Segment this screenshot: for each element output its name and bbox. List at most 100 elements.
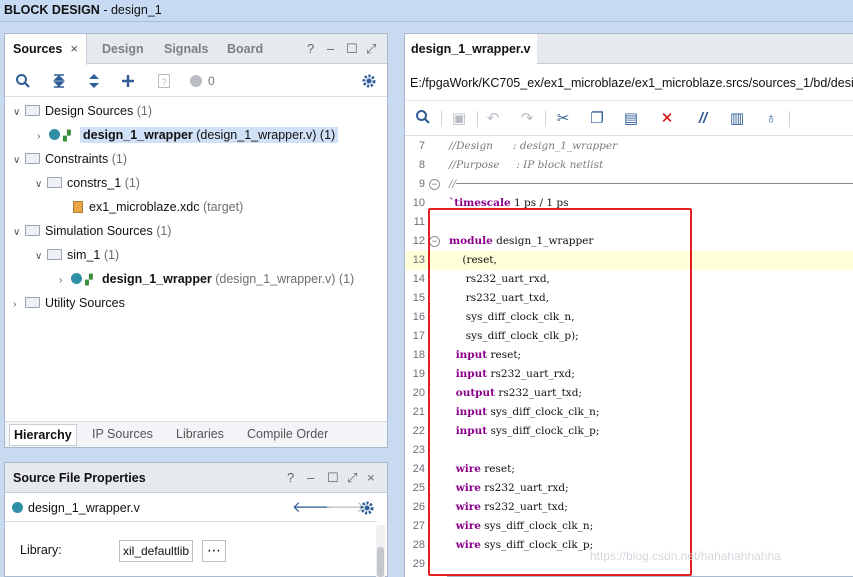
unknown-file-icon[interactable]: ? (154, 71, 174, 91)
chevron-down-icon[interactable]: ∨ (13, 150, 25, 172)
scrollbar-thumb[interactable] (377, 547, 384, 577)
code-line[interactable]: 23 (405, 441, 853, 460)
tree-item-design-sources[interactable]: ∨ Design Sources (1) (13, 100, 152, 122)
tab-libraries[interactable]: Libraries (176, 427, 224, 441)
tab-design[interactable]: Design (102, 34, 144, 64)
collapse-all-icon[interactable] (49, 71, 69, 91)
code-line[interactable]: 9−//────────────────────────────────────… (405, 175, 853, 194)
help-icon[interactable]: ? (307, 34, 314, 64)
scrollbar[interactable] (376, 525, 385, 577)
comment-toggle-icon[interactable]: // (693, 109, 713, 129)
expand-all-icon[interactable] (84, 71, 104, 91)
code-identifier: rs232_uart_txd; (495, 387, 582, 399)
code-line[interactable]: 17 sys_diff_clock_clk_p); (405, 327, 853, 346)
toolbar-separator (441, 111, 442, 127)
paste-icon[interactable]: ▤ (621, 109, 641, 129)
help-icon[interactable]: ? (287, 463, 294, 493)
properties-file-row: design_1_wrapper.v 🡐 🡒 (5, 497, 387, 519)
editor-tab-bar: design_1_wrapper.v (405, 34, 853, 65)
minimize-icon[interactable]: – (327, 34, 334, 64)
tab-signals[interactable]: Signals (164, 34, 208, 64)
minimize-icon[interactable]: – (307, 463, 314, 493)
code-line[interactable]: 13 (reset, (405, 251, 853, 270)
redo-icon[interactable]: ↷ (517, 109, 537, 129)
search-icon[interactable] (13, 71, 33, 91)
chevron-down-icon[interactable]: ∨ (35, 246, 47, 268)
chevron-down-icon[interactable]: ∨ (13, 222, 25, 244)
code-text: sys_diff_clock_clk_p); (449, 327, 579, 346)
chevron-right-icon[interactable]: › (59, 270, 71, 292)
fold-toggle-icon[interactable]: − (429, 179, 440, 190)
watermark: https://blog.csdn.net/hahahahhahha (590, 549, 781, 563)
tree-item-xdc[interactable]: ex1_microblaze.xdc (target) (73, 196, 243, 218)
library-more-button[interactable]: ⋯ (202, 540, 226, 562)
code-line[interactable]: 20 output rs232_uart_txd; (405, 384, 853, 403)
maximize-icon[interactable]: ☐ (327, 463, 339, 493)
code-line[interactable]: 26 wire rs232_uart_txd; (405, 498, 853, 517)
close-icon[interactable]: × (367, 463, 375, 493)
chevron-right-icon[interactable]: › (37, 126, 49, 148)
code-line[interactable]: 19 input rs232_uart_rxd; (405, 365, 853, 384)
search-icon[interactable] (413, 109, 433, 129)
code-line[interactable]: 12− module design_1_wrapper (405, 232, 853, 251)
tab-ip-sources[interactable]: IP Sources (92, 427, 153, 441)
tab-sources[interactable]: Sources × (5, 34, 87, 65)
delete-icon[interactable]: ✕ (657, 109, 677, 129)
tab-design-wrapper-file[interactable]: design_1_wrapper.v (405, 34, 537, 65)
folder-icon (25, 153, 40, 164)
sources-toolbar: ? 0 (5, 65, 387, 97)
column-icon[interactable]: ▥ (727, 109, 747, 129)
float-icon[interactable]: ⤢ (366, 34, 376, 64)
gear-icon[interactable] (359, 500, 375, 523)
tab-hierarchy[interactable]: Hierarchy (9, 424, 77, 446)
code-text: rs232_uart_txd, (449, 289, 549, 308)
toolbar-separator (477, 111, 478, 127)
add-icon[interactable] (118, 71, 138, 91)
code-line[interactable]: 21 input sys_diff_clock_clk_n; (405, 403, 853, 422)
chevron-down-icon[interactable]: ∨ (13, 102, 25, 124)
gear-icon[interactable] (359, 71, 379, 91)
code-line[interactable]: 27 wire sys_diff_clock_clk_n; (405, 517, 853, 536)
undo-icon[interactable]: ↶ (483, 109, 503, 129)
code-identifier: sys_diff_clock_clk_n, (449, 311, 575, 323)
code-line[interactable]: 15 rs232_uart_txd, (405, 289, 853, 308)
tree-item-sim-wrapper[interactable]: › ▞ design_1_wrapper (design_1_wrapper.v) … (59, 268, 354, 290)
tree-item-sim[interactable]: ∨ sim_1 (1) (35, 244, 119, 266)
library-field[interactable]: xil_defaultlib (119, 540, 193, 562)
tree-item-design-wrapper[interactable]: › ▞ design_1_wrapper (design_1_wrapper.v) … (37, 124, 339, 148)
tab-board[interactable]: Board (227, 34, 263, 64)
code-line[interactable]: 22 input sys_diff_clock_clk_p; (405, 422, 853, 441)
cut-icon[interactable]: ✂ (553, 109, 573, 129)
code-identifier: reset; (480, 463, 515, 475)
tree-item-constrs[interactable]: ∨ constrs_1 (1) (35, 172, 140, 194)
code-keyword: `timescale (449, 197, 511, 209)
code-line[interactable]: 24 wire reset; (405, 460, 853, 479)
code-line[interactable]: 11 (405, 213, 853, 232)
code-line[interactable]: 14 rs232_uart_rxd, (405, 270, 853, 289)
save-icon[interactable]: ▣ (449, 109, 469, 129)
code-editor[interactable]: 7 //Design : design_1_wrapper 8 //Purpose :… (405, 137, 853, 577)
chevron-down-icon[interactable]: ∨ (35, 174, 47, 196)
float-icon[interactable]: ⤢ (347, 463, 357, 493)
copy-icon[interactable]: ❐ (587, 109, 607, 129)
editor-panel: design_1_wrapper.v E:/fpgaWork/KC705_ex/… (404, 33, 853, 577)
code-line[interactable]: 25 wire rs232_uart_rxd; (405, 479, 853, 498)
code-line[interactable]: 10 `timescale 1 ps / 1 ps (405, 194, 853, 213)
maximize-icon[interactable]: ☐ (346, 34, 358, 64)
tab-compile-order[interactable]: Compile Order (247, 427, 328, 441)
code-line[interactable]: 7 //Design : design_1_wrapper (405, 137, 853, 156)
lightbulb-icon[interactable]: ♁ (761, 109, 781, 129)
tree-item-utility-sources[interactable]: › Utility Sources (13, 292, 125, 314)
code-line[interactable]: 16 sys_diff_clock_clk_n, (405, 308, 853, 327)
chevron-right-icon[interactable]: › (13, 294, 25, 316)
tree-item-constraints[interactable]: ∨ Constraints (1) (13, 148, 127, 170)
code-identifier: rs232_uart_txd, (449, 292, 550, 304)
tree-item-simulation-sources[interactable]: ∨ Simulation Sources (1) (13, 220, 171, 242)
close-icon[interactable]: × (70, 41, 78, 56)
fold-toggle-icon[interactable]: − (429, 236, 440, 247)
code-line[interactable]: 8 //Purpose : IP block netlist (405, 156, 853, 175)
code-text: wire sys_diff_clock_clk_p; (449, 536, 594, 555)
code-line[interactable]: 18 input reset; (405, 346, 853, 365)
